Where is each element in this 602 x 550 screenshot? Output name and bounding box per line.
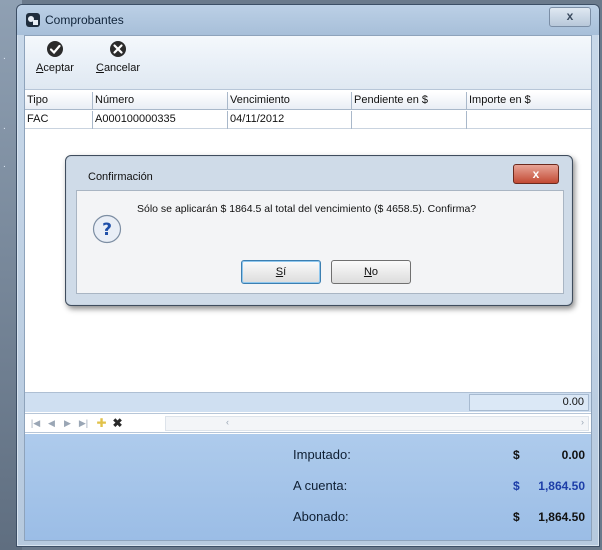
title-bar[interactable]: Comprobantes x (17, 5, 599, 35)
a-cuenta-label: A cuenta: (293, 478, 348, 493)
column-header-numero[interactable]: Número (93, 92, 228, 110)
scroll-right-icon[interactable]: › (581, 417, 584, 427)
column-header-pendiente[interactable]: Pendiente en $ (352, 92, 467, 110)
summary-panel: Imputado: $ 0.00 A cuenta: $ 1,864.50 Ab… (25, 434, 591, 540)
cancel-button[interactable]: Cancelar (89, 40, 147, 86)
horizontal-scrollbar[interactable]: ‹ › (165, 416, 589, 431)
check-circle-icon (47, 41, 63, 57)
background-glyph: . (3, 159, 6, 170)
column-header-importe[interactable]: Importe en $ (467, 92, 591, 110)
column-header-vencimiento[interactable]: Vencimiento (228, 92, 352, 110)
scroll-left-icon[interactable]: ‹ (226, 417, 229, 427)
column-header-tipo[interactable]: Tipo (25, 92, 93, 110)
confirmation-dialog: Confirmación x ? Sólo se aplicarán $ 186… (65, 155, 573, 306)
toolbar: Aceptar Cancelar (25, 36, 591, 90)
first-record-icon[interactable]: |◀ (29, 417, 42, 430)
cell-pendiente[interactable] (352, 111, 467, 129)
dialog-close-button[interactable]: x (513, 164, 559, 184)
abonado-currency: $ (513, 510, 520, 524)
dialog-message: Sólo se aplicarán $ 1864.5 al total del … (137, 203, 477, 215)
background-glyph: . (3, 121, 6, 132)
cell-tipo[interactable]: FAC (25, 111, 93, 129)
yes-button[interactable]: Sí (241, 260, 321, 284)
grid-navigator: |◀ ◀ ▶ ▶| ✚ ✖ ‹ › (25, 413, 591, 433)
x-circle-icon (110, 41, 126, 57)
dialog-title: Confirmación (88, 171, 153, 183)
window-title: Comprobantes (45, 13, 124, 27)
question-icon: ? (92, 214, 122, 244)
app-icon (26, 13, 40, 27)
background-glyph: . (3, 51, 6, 62)
table-row[interactable]: FAC A000100000335 04/11/2012 (25, 111, 591, 129)
importe-total: 0.00 (469, 394, 589, 411)
grid-footer: 0.00 (25, 392, 591, 412)
cell-numero[interactable]: A000100000335 (93, 111, 228, 129)
no-button[interactable]: No (331, 260, 411, 284)
imputado-label: Imputado: (293, 447, 351, 462)
prev-record-icon[interactable]: ◀ (45, 417, 58, 430)
delete-record-icon[interactable]: ✖ (111, 417, 124, 430)
last-record-icon[interactable]: ▶| (77, 417, 90, 430)
cancel-label: Cancelar (95, 62, 141, 74)
accept-label: Aceptar (36, 62, 74, 74)
grid-header: Tipo Número Vencimiento Pendiente en $ I… (25, 92, 591, 110)
abonado-value: 1,864.50 (538, 510, 585, 524)
imputado-value: 0.00 (561, 448, 585, 462)
insert-record-icon[interactable]: ✚ (95, 417, 108, 430)
next-record-icon[interactable]: ▶ (61, 417, 74, 430)
abonado-label: Abonado: (293, 509, 349, 524)
window-close-button[interactable]: x (549, 7, 591, 27)
accept-button[interactable]: Aceptar (29, 40, 81, 86)
svg-text:?: ? (102, 220, 112, 240)
dialog-body: ? Sólo se aplicarán $ 1864.5 al total de… (76, 190, 564, 294)
cell-vencimiento[interactable]: 04/11/2012 (228, 111, 352, 129)
a-cuenta-value: 1,864.50 (538, 479, 585, 493)
imputado-currency: $ (513, 448, 520, 462)
cell-importe[interactable] (467, 111, 591, 129)
a-cuenta-currency: $ (513, 479, 520, 493)
